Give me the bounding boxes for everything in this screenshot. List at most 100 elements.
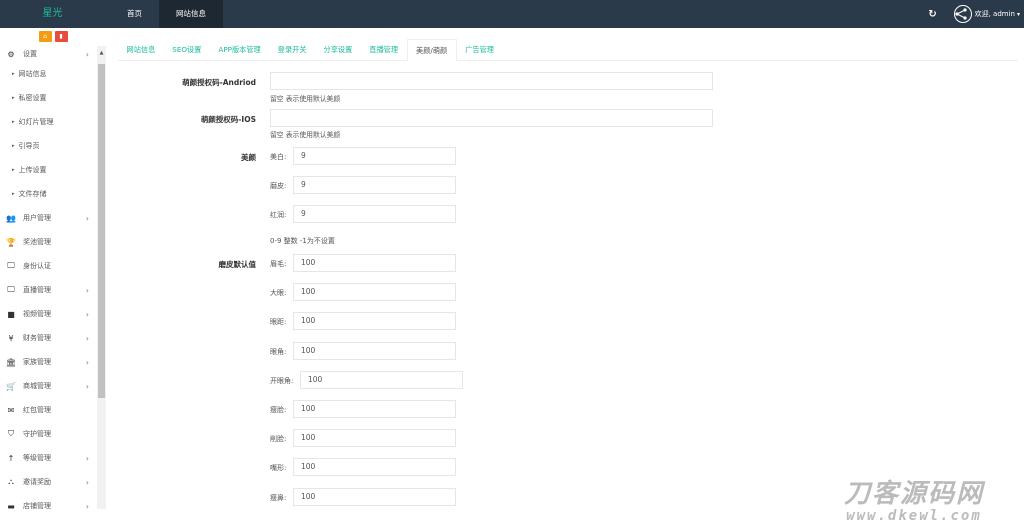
sidebar-item[interactable]: 🖵 直播管理 › (0, 278, 97, 302)
top-nav-site-info[interactable]: 网站信息 (159, 0, 223, 28)
ios-key-input[interactable] (270, 109, 713, 127)
sidebar-item[interactable]: ↑ 等级管理 › (0, 446, 97, 470)
tab-item[interactable]: 分享设置 (315, 39, 361, 61)
share-alt-icon (955, 7, 967, 20)
field-label: 磨皮: (270, 182, 287, 190)
field-input[interactable]: 100 (293, 487, 456, 506)
sidebar-item-label: 上传设置 (18, 166, 47, 174)
sidebar-item[interactable]: ▸ 上传设置 (0, 158, 97, 182)
sidebar-item-label: 引导页 (18, 142, 40, 150)
sidebar-item[interactable]: ▸ 引导页 (0, 134, 97, 158)
sidebar-item-label: 设置 (23, 50, 37, 58)
chevron-right-icon: › (85, 501, 89, 510)
tab-item[interactable]: SEO设置 (164, 39, 210, 61)
sidebar-shortcuts: ⌂ ▮ (0, 28, 106, 46)
main-content: 网站信息 SEO设置 APP版本管理 登录开关 分享设置 直播管理 美颜/萌颜 广告管理 萌颜… (106, 28, 1024, 524)
chevron-right-icon: › (85, 381, 89, 391)
sidebar-item[interactable]: 🏆 奖池管理 (0, 230, 97, 254)
users-icon: 👥 (6, 213, 16, 223)
tab-item[interactable]: 广告管理 (457, 39, 503, 61)
field-input[interactable]: 100 (293, 254, 456, 272)
home-button[interactable]: ⌂ (38, 31, 52, 42)
sidebar-item-label: 用户管理 (23, 214, 51, 222)
user-area: ↻ 欢迎, admin ▾ (926, 0, 1020, 28)
refresh-icon[interactable]: ↻ (926, 9, 940, 20)
caret-right-icon: ▸ (12, 119, 15, 125)
watermark-url: www.dkewl.com (846, 508, 982, 524)
trash-icon: ▮ (59, 33, 63, 40)
sidebar-scrollbar[interactable]: ▲ (97, 46, 106, 509)
field-input[interactable]: 9 (293, 205, 456, 223)
sidebar-item[interactable]: ✉ 红包管理 (0, 398, 97, 422)
sidebar-item-label: 网站信息 (18, 70, 47, 78)
tab-item[interactable]: 直播管理 (361, 39, 407, 61)
shield-icon: ⛉ (8, 429, 14, 438)
tab-item[interactable]: 美颜/萌颜 (406, 39, 457, 61)
chevron-right-icon: › (85, 49, 89, 59)
tab-item[interactable]: APP版本管理 (210, 39, 269, 61)
field-label: 瘦鼻: (270, 493, 287, 502)
sidebar-item[interactable]: ▸ 幻灯片管理 (0, 110, 97, 134)
level-up-icon: ↑ (7, 453, 15, 463)
sidebar-item[interactable]: ▬ 店铺管理 › (0, 494, 97, 510)
chevron-right-icon: › (85, 357, 89, 367)
sidebar-item[interactable]: ▸ 文件存储 (0, 182, 97, 206)
field-label: 开眼角: (270, 376, 294, 385)
field-label: 红润: (270, 211, 287, 219)
android-key-input[interactable] (270, 72, 713, 90)
field-label: 眼角: (270, 347, 287, 356)
sidebar-item[interactable]: ▸ 网站信息 (0, 62, 97, 86)
caret-right-icon: ▸ (12, 143, 15, 149)
chevron-right-icon: › (85, 213, 89, 223)
field-input[interactable]: 100 (293, 283, 456, 302)
field-label: 眼距: (270, 318, 287, 327)
sidebar-item[interactable]: 🖵 身份认证 (0, 254, 97, 278)
sidebar-item[interactable]: ⛉ 守护管理 (0, 422, 97, 446)
field-input[interactable]: 9 (293, 176, 456, 194)
field-input[interactable]: 100 (300, 370, 463, 389)
field-input[interactable]: 100 (293, 429, 456, 448)
user-greeting[interactable]: 欢迎, admin (975, 9, 1015, 19)
sidebar-menu: ⚙ 设置 › ▸ 网站信息 ▸ 私密设置 ▸ 幻灯片管理 ▸ 引导页 ▸ 上传设置 ▸ 文件存储 👥 用户管理 ›… (0, 46, 97, 510)
field-input[interactable]: 9 (293, 147, 456, 165)
chevron-right-icon: › (85, 309, 89, 319)
sidebar-item[interactable]: 👥 用户管理 › (0, 206, 97, 230)
caret-right-icon: ▸ (12, 95, 15, 101)
sidebar-item[interactable]: ⛬ 邀请奖励 › (0, 470, 97, 494)
brand-logo[interactable]: 星光 (0, 0, 105, 28)
caret-down-icon[interactable]: ▾ (1017, 11, 1020, 18)
home-icon: ⌂ (43, 33, 47, 40)
sidebar-item[interactable]: 🛒 商城管理 › (0, 374, 97, 398)
sidebar-item-label: 奖池管理 (23, 238, 51, 246)
android-key-hint: 留空 表示使用默认美颜 (270, 95, 341, 103)
scroll-up-arrow-icon[interactable]: ▲ (97, 46, 106, 60)
sidebar-item-label: 幻灯片管理 (18, 118, 54, 126)
field-input[interactable]: 100 (293, 400, 456, 418)
avatar[interactable] (953, 5, 972, 23)
sidebar-item[interactable]: ¥ 财务管理 › (0, 326, 97, 350)
ios-key-label: 萌颜授权码-IOS (200, 115, 256, 124)
scrollbar-thumb[interactable] (98, 64, 105, 398)
tab-item[interactable]: 登录开关 (269, 39, 315, 61)
bank-icon: 🏛 (5, 357, 17, 367)
sidebar-item[interactable]: ■ 视频管理 › (0, 302, 97, 326)
sidebar-item-label: 红包管理 (23, 406, 51, 414)
field-input[interactable]: 100 (293, 458, 456, 477)
top-nav-home[interactable]: 首页 (110, 0, 159, 28)
sidebar-item[interactable]: ▸ 私密设置 (0, 86, 97, 110)
tab-item[interactable]: 网站信息 (118, 39, 164, 61)
sidebar-item-label: 守护管理 (23, 430, 51, 438)
sidebar-item-label: 身份认证 (23, 262, 51, 270)
field-input[interactable]: 100 (293, 341, 456, 360)
video-camera-icon: ■ (7, 309, 15, 319)
sidebar-item[interactable]: 🏛 家族管理 › (0, 350, 97, 374)
field-input[interactable]: 100 (293, 312, 456, 331)
clear-cache-button[interactable]: ▮ (54, 31, 68, 42)
sidebar-item-label: 财务管理 (23, 334, 51, 342)
field-label: 瘦脸: (270, 406, 287, 414)
cart-icon: 🛒 (6, 381, 16, 391)
watermark: 刀客源码网 www.dkewl.com (814, 480, 1014, 524)
sidebar-item-label: 私密设置 (18, 94, 47, 102)
ios-key-hint: 留空 表示使用默认美颜 (270, 131, 341, 139)
sidebar-item[interactable]: ⚙ 设置 › (0, 46, 97, 62)
